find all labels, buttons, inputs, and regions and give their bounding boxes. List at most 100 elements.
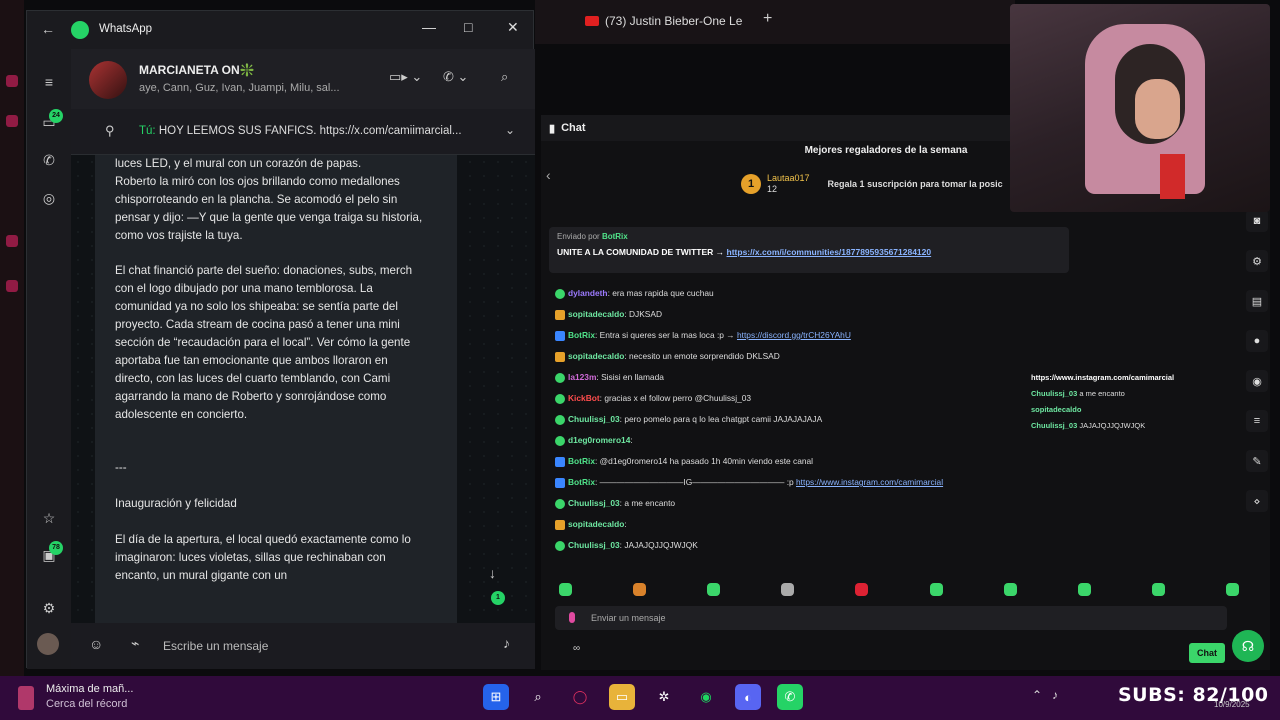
chat-username[interactable]: sopitadecaldo xyxy=(568,519,624,529)
message-input[interactable] xyxy=(163,633,483,659)
chevron-down-icon[interactable]: ⌄ xyxy=(505,123,515,137)
wrench-icon[interactable]: ✎ xyxy=(1246,450,1268,472)
user-badge-icon xyxy=(555,351,565,362)
scroll-down-icon[interactable]: ↓ xyxy=(489,565,496,581)
document-icon[interactable]: ▤ xyxy=(1246,290,1268,312)
chat-bubble-icon: ▮ xyxy=(549,122,556,135)
file-explorer-icon[interactable]: ▭ xyxy=(609,684,635,710)
voice-call-icon[interactable]: ✆ ⌄ xyxy=(443,69,468,85)
menu-icon[interactable]: ≡ xyxy=(38,71,60,93)
list-icon[interactable]: ≡ xyxy=(1246,410,1268,432)
chat-username[interactable]: d1eg0romero14 xyxy=(568,435,630,445)
chat-send-button[interactable]: Chat xyxy=(1189,643,1225,663)
chevron-left-icon[interactable]: ‹ xyxy=(546,167,551,183)
chat-members: aye, Cann, Guz, Ivan, Juampi, Milu, sal.… xyxy=(139,82,340,94)
system-tray[interactable]: ⌃ ♪ xyxy=(1032,688,1058,702)
weather-widget[interactable]: 2 Máxima de mañ... Cerca del récord xyxy=(18,682,133,712)
emote-icon[interactable] xyxy=(855,583,869,596)
chat-username[interactable]: BotRix xyxy=(568,477,595,487)
emote-icon[interactable] xyxy=(929,583,943,596)
gift-sub-prompt[interactable]: Regala 1 suscripción para tomar la posic xyxy=(828,179,1003,189)
app-icon xyxy=(6,235,18,247)
close-icon[interactable]: ✕ xyxy=(507,19,519,36)
headset-icon[interactable]: ☊ xyxy=(1232,630,1264,662)
infinity-icon[interactable]: ∞ xyxy=(573,643,580,654)
chat-header[interactable]: MARCIANETA ON❇️ aye, Cann, Guz, Ivan, Ju… xyxy=(71,49,535,109)
whatsapp-icon[interactable]: ✆ xyxy=(777,684,803,710)
user-badge-icon xyxy=(555,288,565,299)
share-icon[interactable]: ⋄ xyxy=(1246,490,1268,512)
chat-icon[interactable]: ● xyxy=(1246,330,1268,352)
emote-icon[interactable] xyxy=(1077,583,1091,596)
emote-icon[interactable] xyxy=(1151,583,1165,596)
user-badge-icon xyxy=(555,519,565,530)
broadcast-icon[interactable]: ◉ xyxy=(1246,370,1268,392)
chat-link[interactable]: https://www.instagram.com/camimarcial xyxy=(796,477,943,487)
chat-text: necesito un emote sorprendido DKLSAD xyxy=(628,351,780,361)
browser-tab[interactable]: (73) Justin Bieber-One Le xyxy=(585,8,745,34)
chat-username[interactable]: Chuulissj_03 xyxy=(568,540,620,550)
chat-name: MARCIANETA ON❇️ xyxy=(139,63,255,77)
gifter-count: 12 xyxy=(767,184,778,194)
status-icon[interactable]: ◎ xyxy=(38,187,60,209)
back-arrow-icon[interactable]: ← xyxy=(41,21,55,37)
pinned-message-bar[interactable]: ⚲ Tú: HOY LEEMOS SUS FANFICS. https://x.… xyxy=(71,109,535,155)
chat-username[interactable]: sopitadecaldo xyxy=(568,309,624,319)
settings-icon[interactable]: ⚙ xyxy=(1246,250,1268,272)
mic-icon[interactable]: ♪ xyxy=(503,635,510,651)
user-badge-icon xyxy=(555,414,565,425)
composer-bar: ☺ ⌁ ♪ xyxy=(71,623,535,669)
emote-icon[interactable] xyxy=(633,583,647,596)
chat-username[interactable]: la123m xyxy=(568,372,596,382)
attach-icon[interactable]: ⌁ xyxy=(131,635,139,652)
spotify-icon[interactable]: ◉ xyxy=(693,684,719,710)
side-chat-text: JAJAJQJJQJWJQK xyxy=(1079,421,1146,430)
chat-message: BotRix: @d1eg0romero14 ha pasado 1h 40mi… xyxy=(555,451,1235,472)
chat-message: sopitadecaldo: xyxy=(555,514,1235,535)
chat-text: pero pomelo para q lo lea chatgpt camii … xyxy=(624,414,823,424)
profile-avatar[interactable] xyxy=(37,633,59,655)
camera-icon[interactable]: ◙ xyxy=(1246,210,1268,232)
chat-send-input[interactable]: Enviar un mensaje xyxy=(555,606,1227,630)
minimize-icon[interactable]: — xyxy=(422,19,436,35)
maximize-icon[interactable]: □ xyxy=(464,19,472,35)
chat-username[interactable]: Chuulissj_03 xyxy=(568,414,620,424)
chat-username[interactable]: dylandeth xyxy=(568,288,608,298)
search-icon[interactable]: ⌕ xyxy=(501,69,508,85)
emote-icon[interactable] xyxy=(781,583,795,596)
new-tab-button[interactable]: + xyxy=(763,10,772,28)
chat-text: Entra si queres ser la mas loca :p → xyxy=(599,330,735,340)
pinned-link[interactable]: https://x.com/i/communities/187789593567… xyxy=(727,247,932,257)
discord-icon[interactable]: ◐ xyxy=(735,684,761,710)
side-link: https://www.instagram.com/camimarcial xyxy=(1031,373,1175,382)
side-chat-username: sopitadecaldo xyxy=(1031,405,1082,414)
streamer-face xyxy=(1135,79,1180,139)
group-avatar[interactable] xyxy=(89,61,127,99)
side-chat-message: Chuulissj_03 JAJAJQJJQJWJQK xyxy=(1031,418,1261,434)
chat-username[interactable]: BotRix xyxy=(568,456,595,466)
chat-link[interactable]: https://discord.gg/trCH26YAhU xyxy=(737,330,851,340)
chat-username[interactable]: BotRix xyxy=(568,330,595,340)
emote-icon[interactable] xyxy=(1003,583,1017,596)
top-gifter: 1 Lautaa017 12 Regala 1 suscripción para… xyxy=(741,173,1003,195)
tab-title: (73) Justin Bieber-One Le xyxy=(605,14,743,28)
chatgpt-icon[interactable]: ✲ xyxy=(651,684,677,710)
emote-icon[interactable] xyxy=(559,583,572,596)
chat-username[interactable]: Chuulissj_03 xyxy=(568,498,620,508)
chat-username[interactable]: KickBot xyxy=(568,393,600,403)
opera-icon[interactable]: ◯ xyxy=(567,684,593,710)
emote-icon[interactable] xyxy=(707,583,721,596)
side-chat-overlay: https://www.instagram.com/camimarcial Ch… xyxy=(1031,280,1261,434)
right-toolbar: ◙ ⚙ ▤ ● ◉ ≡ ✎ ⋄ xyxy=(1243,210,1271,520)
weather-title: Máxima de mañ... xyxy=(46,683,134,695)
windows-start-icon[interactable]: ⊞ xyxy=(483,684,509,710)
settings-icon[interactable]: ⚙ xyxy=(38,597,60,619)
search-icon[interactable]: ⌕ xyxy=(525,684,551,710)
pinned-by-label: Enviado por xyxy=(557,232,600,241)
emoji-icon[interactable]: ☺ xyxy=(89,636,103,652)
chat-username[interactable]: sopitadecaldo xyxy=(568,351,624,361)
star-icon[interactable]: ☆ xyxy=(38,507,60,529)
phone-icon[interactable]: ✆ xyxy=(38,149,60,171)
video-call-icon[interactable]: ▭▸ ⌄ xyxy=(389,69,422,85)
emote-icon[interactable] xyxy=(1225,583,1239,596)
